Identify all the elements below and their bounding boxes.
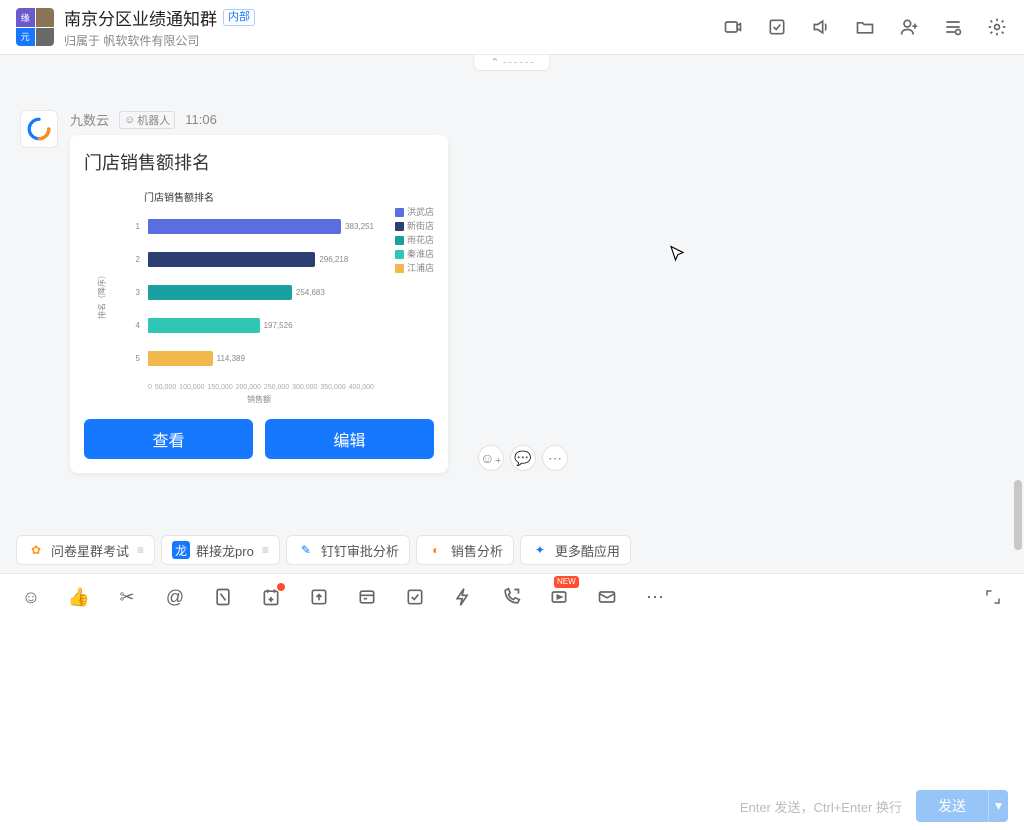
message-actions: ☺₊ 💬 ⋯ xyxy=(478,445,568,471)
more-actions-icon[interactable]: ⋯ xyxy=(542,445,568,471)
folder-icon[interactable] xyxy=(854,16,876,38)
card-title: 门店销售额排名 xyxy=(84,149,434,175)
quick-app-approval[interactable]: ✎钉钉审批分析 xyxy=(286,535,410,565)
chart-xaxis: 050,000100,000150,000200,000250,000300,0… xyxy=(148,384,374,391)
video-meeting-icon[interactable] xyxy=(722,16,744,38)
menu-icon: ≡ xyxy=(262,543,269,557)
scrollbar[interactable] xyxy=(1014,480,1022,550)
menu-icon: ≡ xyxy=(137,543,144,557)
chart-plot: 383,251296,218254,683197,526114,389 xyxy=(148,210,374,375)
quick-app-more[interactable]: ✦更多酷应用 xyxy=(520,535,631,565)
footer-bar: Enter 发送，Ctrl+Enter 换行 发送 ▾ xyxy=(740,790,1008,822)
scissors-icon[interactable]: ✂ xyxy=(116,586,138,608)
chart-legend: 洪武店 新街店 雨花店 秦淮店 江浦店 xyxy=(395,205,434,275)
edit-button[interactable]: 编辑 xyxy=(265,419,434,459)
envelope-icon[interactable] xyxy=(596,586,618,608)
quick-app-sales[interactable]: ◐销售分析 xyxy=(416,535,514,565)
reply-icon[interactable]: 💬 xyxy=(510,445,536,471)
send-button[interactable]: 发送 xyxy=(916,790,988,822)
add-member-icon[interactable] xyxy=(898,16,920,38)
task-icon[interactable] xyxy=(766,16,788,38)
quick-app-jielong[interactable]: 龙群接龙pro≡ xyxy=(161,535,280,565)
send-dropdown[interactable]: ▾ xyxy=(988,790,1008,822)
input-toolbar: ☺ 👍 ✂ @ NEW ⋯ xyxy=(0,574,1024,620)
quick-app-survey[interactable]: ✿问卷星群考试≡ xyxy=(16,535,155,565)
chart: 门店销售额排名 排名（降序） 洪武店 新街店 雨花店 秦淮店 江浦店 12345… xyxy=(84,185,434,405)
group-title: 南京分区业绩通知群 xyxy=(64,5,217,30)
group-subtitle: 归属于 帆软软件有限公司 xyxy=(64,32,255,49)
speaker-icon[interactable] xyxy=(810,16,832,38)
card-buttons: 查看 编辑 xyxy=(84,419,434,459)
group-avatar[interactable]: 缘元 xyxy=(16,8,54,46)
card-icon[interactable] xyxy=(356,586,378,608)
header-left: 缘元 南京分区业绩通知群 内部 归属于 帆软软件有限公司 xyxy=(16,5,255,49)
thumbs-up-icon[interactable]: 👍 xyxy=(68,586,90,608)
mention-icon[interactable]: @ xyxy=(164,586,186,608)
view-button[interactable]: 查看 xyxy=(84,419,253,459)
search-icon[interactable] xyxy=(942,16,964,38)
message-input[interactable] xyxy=(0,620,1024,780)
checkbox-icon[interactable] xyxy=(404,586,426,608)
more-icon[interactable]: ⋯ xyxy=(644,586,666,608)
message-row: 九数云 ☺ 机器人 11:06 门店销售额排名 门店销售额排名 排名（降序） 洪… xyxy=(20,110,448,473)
note-icon[interactable] xyxy=(212,586,234,608)
chart-yaxis: 12345 xyxy=(84,210,144,375)
bot-tag: ☺ 机器人 xyxy=(119,111,175,129)
chart-title: 门店销售额排名 xyxy=(144,189,214,204)
input-area: ☺ 👍 ✂ @ NEW ⋯ Enter 发送，Ctrl+Enter 换行 发送 … xyxy=(0,573,1024,830)
calendar-add-icon[interactable] xyxy=(260,586,282,608)
play-icon[interactable]: NEW xyxy=(548,586,570,608)
phone-icon[interactable] xyxy=(500,586,522,608)
sender-avatar[interactable] xyxy=(20,110,58,148)
message-meta: 九数云 ☺ 机器人 11:06 xyxy=(70,110,448,129)
chat-header: 缘元 南京分区业绩通知群 内部 归属于 帆软软件有限公司 xyxy=(0,0,1024,55)
send-hint: Enter 发送，Ctrl+Enter 换行 xyxy=(740,797,902,816)
quick-apps-row: ✿问卷星群考试≡ 龙群接龙pro≡ ✎钉钉审批分析 ◐销售分析 ✦更多酷应用 xyxy=(16,535,631,565)
message-card[interactable]: 门店销售额排名 门店销售额排名 排名（降序） 洪武店 新街店 雨花店 秦淮店 江… xyxy=(70,135,448,473)
header-actions xyxy=(722,16,1008,38)
upload-icon[interactable] xyxy=(308,586,330,608)
expand-icon[interactable] xyxy=(982,586,1004,608)
sender-name: 九数云 xyxy=(70,110,109,129)
message-time: 11:06 xyxy=(185,112,217,127)
message-body: 九数云 ☺ 机器人 11:06 门店销售额排名 门店销售额排名 排名（降序） 洪… xyxy=(70,110,448,473)
internal-tag: 内部 xyxy=(223,9,255,26)
add-reaction-icon[interactable]: ☺₊ xyxy=(478,445,504,471)
chat-area: ⌃ 九数云 ☺ 机器人 11:06 门店销售额排名 门店销售额排名 排名（降序）… xyxy=(0,55,1024,530)
group-title-wrap: 南京分区业绩通知群 内部 归属于 帆软软件有限公司 xyxy=(64,5,255,49)
settings-icon[interactable] xyxy=(986,16,1008,38)
lightning-icon[interactable] xyxy=(452,586,474,608)
collapse-hint[interactable]: ⌃ xyxy=(473,55,550,71)
emoji-icon[interactable]: ☺ xyxy=(20,586,42,608)
cursor-icon xyxy=(668,245,686,263)
chart-xlabel: 销售额 xyxy=(247,394,271,405)
